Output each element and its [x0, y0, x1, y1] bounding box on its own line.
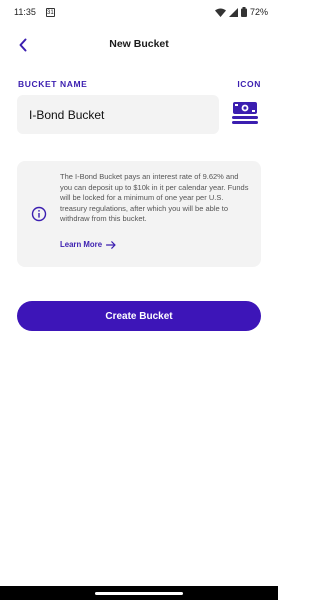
page-title: New Bucket — [109, 38, 169, 50]
bucket-name-input[interactable] — [17, 95, 219, 134]
info-circle-icon — [31, 206, 47, 222]
calendar-icon: 31 — [45, 7, 55, 17]
battery-icon — [240, 7, 247, 17]
learn-more-link[interactable]: Learn More — [60, 240, 116, 249]
home-indicator[interactable] — [95, 592, 183, 595]
signal-icon — [228, 7, 238, 17]
bucket-icon-selector[interactable] — [230, 99, 260, 127]
create-bucket-button[interactable]: Create Bucket — [17, 301, 261, 331]
cash-stack-icon — [232, 102, 258, 124]
arrow-right-icon — [106, 240, 116, 249]
status-left: 11:35 31 — [14, 7, 55, 17]
status-right: 72% — [214, 7, 268, 17]
icon-label: ICON — [237, 79, 261, 89]
learn-more-label: Learn More — [60, 240, 103, 249]
info-text: The I-Bond Bucket pays an interest rate … — [60, 172, 249, 224]
battery-percent: 72% — [249, 7, 268, 17]
status-time: 11:35 — [14, 7, 36, 17]
info-card: The I-Bond Bucket pays an interest rate … — [17, 161, 261, 267]
header: New Bucket — [0, 30, 278, 58]
wifi-icon — [214, 8, 226, 17]
status-bar: 11:35 31 72% — [0, 0, 278, 24]
bucket-name-label: BUCKET NAME — [18, 79, 88, 89]
gesture-bar — [0, 586, 278, 600]
